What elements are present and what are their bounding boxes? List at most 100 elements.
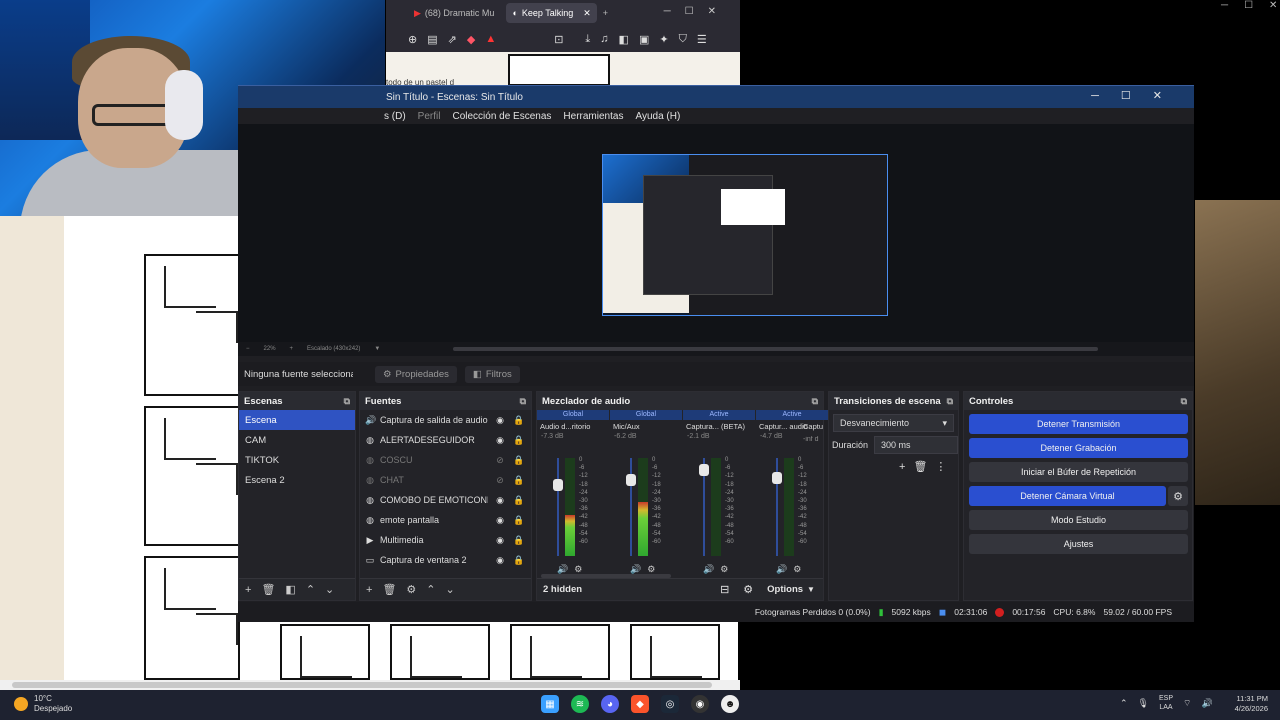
popout-icon[interactable]: ⧉	[1181, 396, 1187, 407]
chevron-down-icon[interactable]: ▼	[807, 585, 815, 594]
more-icon[interactable]: ⋮	[935, 461, 954, 473]
volume-icon[interactable]: 🔊	[1201, 698, 1212, 709]
eye-icon[interactable]: ◉	[493, 495, 507, 506]
wallet-icon[interactable]: ▣	[639, 33, 649, 46]
gear-icon[interactable]: ⚙	[1168, 486, 1188, 506]
lock-icon[interactable]: 🔒	[512, 515, 526, 526]
volume-knob[interactable]	[626, 473, 636, 486]
volume-knob[interactable]	[699, 463, 709, 476]
clock[interactable]: 11:31 PM 4/26/2026	[1224, 694, 1268, 714]
gear-icon[interactable]: ⚙	[406, 583, 416, 596]
source-item[interactable]: ◍ CHAT ⊘ 🔒	[360, 470, 531, 490]
lock-icon[interactable]: 🔒	[512, 555, 526, 566]
volume-knob[interactable]	[772, 471, 782, 484]
source-item[interactable]: 🔊 Captura de salida de audio ◉ 🔒	[360, 410, 531, 430]
preview-scrollbar[interactable]	[453, 347, 1098, 351]
filters-button[interactable]: ◧ Filtros	[464, 365, 520, 383]
advanced-audio-icon[interactable]: ⚙	[743, 583, 753, 596]
eye-icon[interactable]: ◉	[493, 435, 507, 446]
brave-icon[interactable]: ◆	[631, 695, 649, 713]
share-icon[interactable]: ⇗	[448, 33, 457, 46]
game-icon[interactable]: ☻	[721, 695, 739, 713]
speaker-icon[interactable]: 🔊	[703, 564, 720, 574]
browser-tab-2[interactable]: ◐ Keep Talking ✕	[506, 3, 597, 23]
eye-icon[interactable]: ◉	[493, 555, 507, 566]
scrollbar-thumb[interactable]	[12, 682, 712, 688]
menu-icon[interactable]: ☰	[697, 33, 707, 46]
menu-help[interactable]: Ayuda (H)	[635, 111, 680, 122]
layout-icon[interactable]: ⊟	[720, 583, 729, 596]
wifi-icon[interactable]: ⌔	[1183, 698, 1191, 709]
volume-slider[interactable]	[630, 458, 632, 556]
filter-icon[interactable]: ◧	[285, 583, 295, 596]
browser-window-controls[interactable]: ─☐✕	[664, 6, 730, 17]
replay-buffer-button[interactable]: Iniciar el Búfer de Repetición	[969, 462, 1188, 482]
move-down-icon[interactable]: ⌄	[325, 583, 334, 596]
trash-icon[interactable]: 🗑	[382, 583, 396, 596]
move-up-icon[interactable]: ⌃	[426, 583, 435, 596]
menu-scenes[interactable]: s (D)	[384, 111, 406, 122]
page-scrollbar[interactable]	[0, 680, 740, 690]
weather-widget[interactable]: 10°C Despejado	[14, 694, 72, 714]
source-item[interactable]: ◍ emote pantalla ◉ 🔒	[360, 510, 531, 530]
screenshot-icon[interactable]: ⊡	[554, 33, 563, 46]
eye-hidden-icon[interactable]: ⊘	[493, 455, 507, 466]
lock-icon[interactable]: 🔒	[512, 495, 526, 506]
speaker-icon[interactable]: 🔊	[557, 564, 574, 574]
rewards-icon[interactable]: ▲	[485, 33, 496, 45]
menu-profile[interactable]: Perfil	[418, 111, 441, 122]
settings-button[interactable]: Ajustes	[969, 534, 1188, 554]
eye-icon[interactable]: ◉	[493, 535, 507, 546]
stop-recording-button[interactable]: Detener Grabación	[969, 438, 1188, 458]
settings-icon[interactable]: ⚙	[574, 564, 588, 574]
music-icon[interactable]: ♫	[600, 33, 608, 45]
speaker-icon[interactable]: 🔊	[630, 564, 647, 574]
add-icon[interactable]: +	[899, 461, 913, 473]
reader-icon[interactable]: ▤	[427, 33, 437, 46]
move-down-icon[interactable]: ⌄	[446, 583, 455, 596]
trash-icon[interactable]: 🗑	[261, 583, 275, 596]
microphone-icon[interactable]: 🎙	[1138, 698, 1149, 709]
new-tab-icon[interactable]: +	[603, 8, 608, 18]
zoom-in-icon[interactable]: +	[290, 346, 294, 352]
language-indicator[interactable]: ESP LAA	[1159, 694, 1173, 712]
file-explorer-icon[interactable]: ▦	[541, 695, 559, 713]
volume-knob[interactable]	[553, 479, 563, 492]
hidden-count[interactable]: 2 hidden	[543, 584, 582, 595]
preview-area[interactable]	[238, 124, 1194, 342]
popout-icon[interactable]: ⧉	[947, 396, 953, 407]
move-up-icon[interactable]: ⌃	[306, 583, 315, 596]
transition-select[interactable]: Desvanecimiento ▾	[833, 414, 954, 432]
download-icon[interactable]: ⤓	[585, 33, 590, 46]
discord-icon[interactable]: ◕	[601, 695, 619, 713]
browser-tab-1[interactable]: ▶ (68) Dramatic Mu	[408, 3, 500, 23]
source-item[interactable]: ▭ Captura de ventana 2 ◉ 🔒	[360, 550, 531, 570]
settings-icon[interactable]: ⚙	[793, 564, 807, 574]
close-tab-icon[interactable]: ✕	[583, 8, 591, 19]
popout-icon[interactable]: ⧉	[812, 396, 818, 407]
trash-icon[interactable]: 🗑	[913, 461, 935, 473]
chevron-up-icon[interactable]: ⌃	[1120, 698, 1128, 709]
sidebar-icon[interactable]: ◧	[619, 33, 629, 46]
properties-button[interactable]: ⚙ Propiedades	[375, 365, 457, 383]
stop-virtual-camera-button[interactable]: Detener Cámara Virtual	[969, 486, 1166, 506]
speaker-icon[interactable]: 🔊	[776, 564, 793, 574]
preview-canvas[interactable]	[602, 154, 888, 316]
popout-icon[interactable]: ⧉	[344, 396, 350, 407]
background-window-controls[interactable]: ─☐✕	[1195, 0, 1280, 14]
menu-scene-collection[interactable]: Colección de Escenas	[452, 111, 551, 122]
channel-name[interactable]: Captura... (BETA)	[683, 420, 755, 433]
stop-stream-button[interactable]: Detener Transmisión	[969, 414, 1188, 434]
lock-icon[interactable]: 🔒	[512, 535, 526, 546]
source-item[interactable]: ◍ COMOBO DE EMOTICONES ◉ 🔒	[360, 490, 531, 510]
add-icon[interactable]: +	[366, 584, 372, 596]
popout-icon[interactable]: ⧉	[520, 396, 526, 407]
obs-icon[interactable]: ◉	[691, 695, 709, 713]
channel-name[interactable]: Audio d...ritorio	[537, 420, 609, 433]
scene-item[interactable]: Escena 2	[239, 470, 355, 490]
lock-icon[interactable]: 🔒	[512, 475, 526, 486]
options-button[interactable]: Options	[767, 584, 803, 595]
scene-item[interactable]: Escena	[239, 410, 355, 430]
zoom-icon[interactable]: ⊕	[408, 33, 417, 46]
duration-spinbox[interactable]: 300 ms	[874, 436, 958, 454]
